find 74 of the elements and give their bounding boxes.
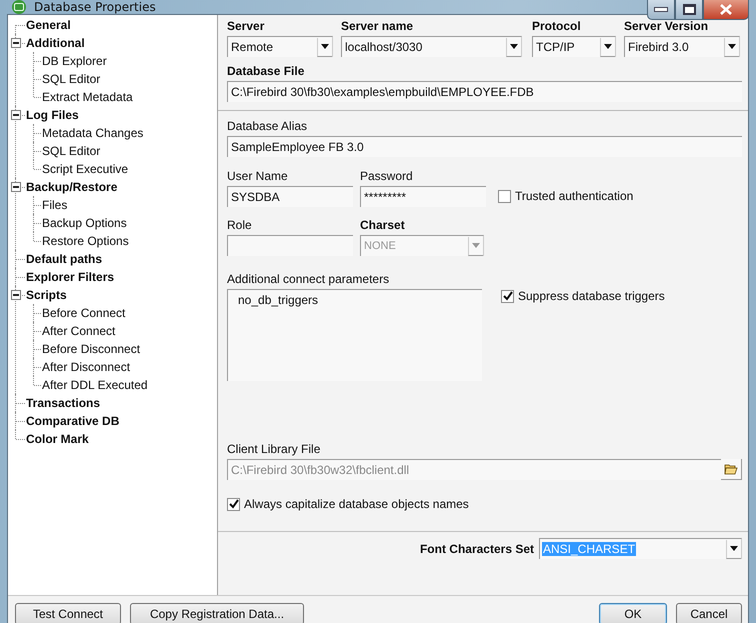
tree-item[interactable]: Files: [42, 198, 68, 212]
dropdown[interactable]: Remote: [227, 36, 333, 57]
minimize-icon: [654, 7, 668, 12]
tree-item[interactable]: DB Explorer: [42, 54, 107, 68]
tree-item[interactable]: After Connect: [42, 324, 116, 338]
close-button[interactable]: [703, 0, 749, 20]
tree-item[interactable]: Before Disconnect: [42, 342, 140, 356]
dropdown-arrow-icon[interactable]: [600, 38, 615, 56]
tree-item[interactable]: Additional: [26, 36, 85, 50]
close-icon: [719, 4, 733, 15]
tree-item[interactable]: Extract Metadata: [42, 90, 133, 104]
field-label: Role: [227, 218, 252, 233]
dropdown[interactable]: Firebird 3.0: [624, 36, 740, 57]
push-button[interactable]: Cancel: [676, 603, 742, 623]
dropdown-arrow-icon[interactable]: [317, 38, 332, 56]
tree-item[interactable]: SQL Editor: [42, 144, 100, 158]
tree-item[interactable]: Color Mark: [26, 432, 89, 446]
maximize-icon: [682, 4, 696, 15]
field-label: Server Version: [624, 19, 708, 34]
dropdown-arrow-icon[interactable]: [726, 540, 741, 558]
collapse-icon[interactable]: [11, 38, 21, 48]
checkbox-label: Trusted authentication: [515, 189, 634, 203]
dropdown[interactable]: localhost/3030: [341, 36, 522, 57]
text-area[interactable]: no_db_triggers: [227, 289, 482, 381]
field-label: Additional connect parameters: [227, 272, 390, 287]
input-field[interactable]: SampleEmployee FB 3.0: [227, 136, 742, 157]
input-field[interactable]: C:\Firebird 30\fb30\examples\empbuild\EMPLOYEE.FDB: [227, 81, 742, 102]
tree-item[interactable]: After Disconnect: [42, 360, 130, 374]
field-label: Database File: [227, 64, 304, 79]
tree-item[interactable]: Before Connect: [42, 306, 126, 320]
tree-item[interactable]: Default paths: [26, 252, 102, 266]
folder-icon[interactable]: [721, 459, 742, 480]
input-field[interactable]: [227, 235, 353, 256]
tree-item[interactable]: SQL Editor: [42, 72, 100, 86]
tree-item[interactable]: Metadata Changes: [42, 126, 144, 140]
field-label: Font Characters Set: [420, 542, 534, 557]
checkbox-label: Always capitalize database objects names: [244, 497, 469, 511]
tree-item[interactable]: Restore Options: [42, 234, 129, 248]
window-title: Database Properties: [34, 0, 156, 14]
dropdown[interactable]: TCP/IP: [532, 36, 616, 57]
push-button[interactable]: OK: [599, 603, 667, 623]
tree-item[interactable]: Explorer Filters: [26, 270, 114, 284]
collapse-icon[interactable]: [11, 290, 21, 300]
field-label: Server name: [341, 19, 414, 34]
dropdown-arrow-icon[interactable]: [506, 38, 521, 56]
password-field[interactable]: *********: [360, 186, 486, 207]
checkbox[interactable]: [498, 190, 511, 202]
minimize-button[interactable]: [647, 0, 675, 20]
checkbox[interactable]: [501, 290, 514, 302]
collapse-icon[interactable]: [11, 182, 21, 192]
tree-item[interactable]: After DDL Executed: [42, 378, 148, 392]
field-label: Client Library File: [227, 442, 320, 457]
checkbox-label: Suppress database triggers: [518, 289, 665, 303]
maximize-button[interactable]: [675, 0, 703, 20]
tree-item[interactable]: Backup Options: [42, 216, 127, 230]
tree-item[interactable]: Backup/Restore: [26, 180, 118, 194]
tree-item[interactable]: Comparative DB: [26, 414, 120, 428]
push-button[interactable]: Copy Registration Data...: [130, 603, 304, 623]
tree-item[interactable]: General: [26, 18, 71, 32]
tree-item[interactable]: Log Files: [26, 108, 79, 122]
input-field[interactable]: SYSDBA: [227, 186, 353, 207]
push-button[interactable]: Test Connect: [15, 603, 121, 623]
field-label: Protocol: [532, 19, 581, 34]
field-label: User Name: [227, 169, 288, 184]
tree-item[interactable]: Script Executive: [42, 162, 128, 176]
tree-item[interactable]: Scripts: [26, 288, 67, 302]
dropdown-arrow-icon[interactable]: [724, 38, 739, 56]
field-label: Charset: [360, 218, 405, 233]
field-label: Server: [227, 19, 264, 34]
tree-item[interactable]: Transactions: [26, 396, 100, 410]
checkbox[interactable]: [227, 498, 240, 510]
collapse-icon[interactable]: [11, 110, 21, 120]
field-label: Database Alias: [227, 119, 308, 134]
field-label: Password: [360, 169, 413, 184]
